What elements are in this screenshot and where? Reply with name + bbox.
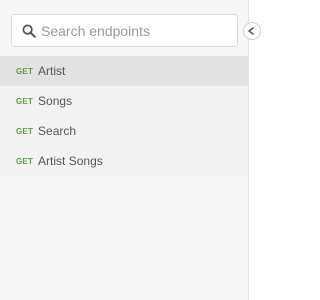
method-badge: GET [16, 66, 34, 76]
endpoint-item-artist-songs[interactable]: GET Artist Songs [0, 146, 248, 176]
endpoint-label: Search [38, 124, 77, 138]
sidebar: GET Artist GET Songs GET Search GET Arti… [0, 0, 249, 300]
endpoint-label: Artist [38, 64, 66, 78]
endpoint-item-artist[interactable]: GET Artist [0, 56, 248, 86]
endpoint-item-songs[interactable]: GET Songs [0, 86, 248, 116]
search-box[interactable] [11, 14, 238, 47]
endpoint-item-search[interactable]: GET Search [0, 116, 248, 146]
method-badge: GET [16, 126, 34, 136]
search-input[interactable] [41, 22, 226, 39]
method-badge: GET [16, 96, 34, 106]
collapse-sidebar-button[interactable] [243, 22, 261, 40]
chevron-left-icon [248, 27, 254, 35]
endpoint-list: GET Artist GET Songs GET Search GET Arti… [0, 56, 248, 176]
endpoint-label: Artist Songs [38, 154, 103, 168]
search-icon [22, 24, 36, 38]
endpoint-label: Songs [38, 94, 73, 108]
method-badge: GET [16, 156, 34, 166]
